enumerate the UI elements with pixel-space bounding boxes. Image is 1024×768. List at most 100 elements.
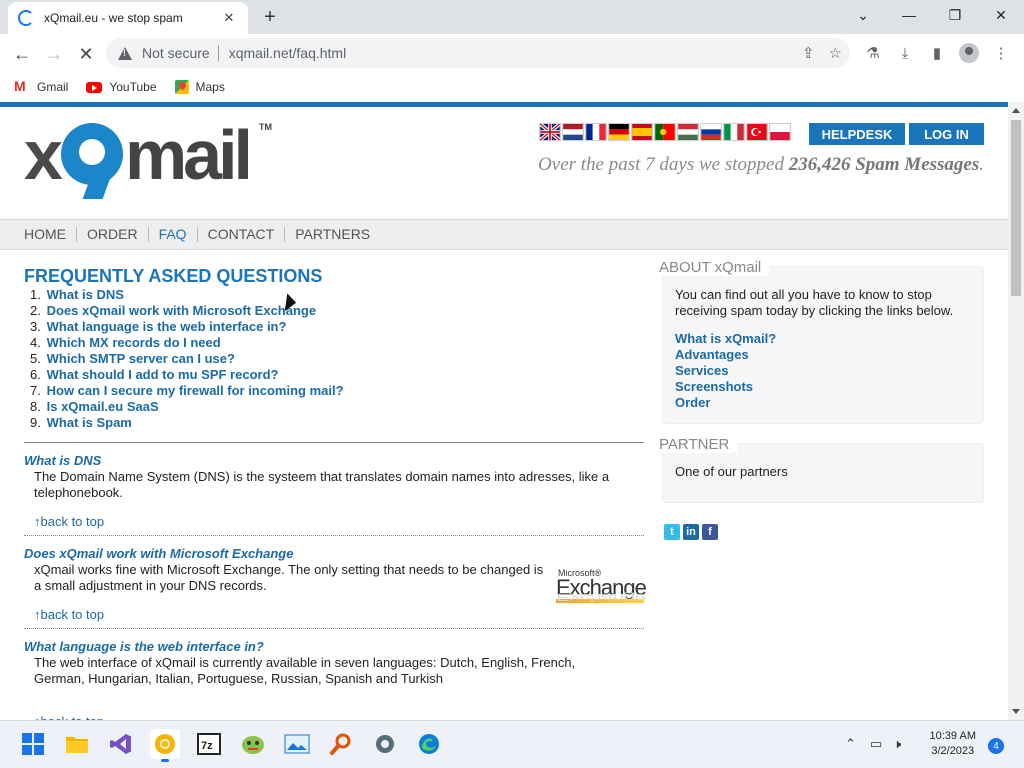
tab-search-icon[interactable]: ⌄ xyxy=(840,0,886,30)
nav-home[interactable]: HOME xyxy=(24,227,76,242)
about-link[interactable]: Screenshots xyxy=(675,379,776,395)
close-tab-icon[interactable]: ✕ xyxy=(220,9,238,27)
nav-partners[interactable]: PARTNERS xyxy=(284,227,380,242)
partner-text: One of our partners xyxy=(675,464,788,479)
answer-text: The Domain Name System (DNS) is the syst… xyxy=(34,469,610,500)
faq-link[interactable]: Which MX records do I need xyxy=(47,335,221,350)
bookmark-gmail[interactable]: Gmail xyxy=(14,78,68,94)
chrome-taskbar-icon[interactable] xyxy=(150,729,180,762)
spam-count: 236,426 Spam Messages xyxy=(788,154,980,175)
faq-link[interactable]: What language is the web interface in? xyxy=(47,319,287,334)
faq-link[interactable]: What is DNS xyxy=(47,287,124,302)
bookmark-maps[interactable]: Maps xyxy=(174,80,225,94)
menu-kebab-icon[interactable]: ⋮ xyxy=(990,42,1012,64)
profile-avatar[interactable] xyxy=(958,42,980,64)
linkedin-icon[interactable]: in xyxy=(683,524,699,540)
address-bar[interactable]: Not secure xqmail.net/faq.html ⇪ ☆ xyxy=(106,38,850,68)
visual-studio-icon[interactable] xyxy=(106,729,136,759)
not-secure-label[interactable]: Not secure xyxy=(142,45,219,61)
scroll-up-icon[interactable] xyxy=(1012,108,1020,113)
show-hidden-icons[interactable]: ⌃ xyxy=(845,736,856,752)
side-panel-icon[interactable]: ▮ xyxy=(926,42,948,64)
list-item: 7. How can I secure my firewall for inco… xyxy=(30,383,344,398)
volume-icon[interactable]: 🕨 xyxy=(893,736,901,752)
close-window-icon[interactable]: ✕ xyxy=(978,0,1024,30)
settings-gear-icon[interactable] xyxy=(370,729,400,759)
scroll-thumb[interactable] xyxy=(1011,120,1021,296)
labs-flask-icon[interactable]: ⚗ xyxy=(862,42,884,64)
loading-spinner-icon xyxy=(18,10,34,26)
bookmark-youtube[interactable]: YouTube xyxy=(86,80,157,94)
flag-nl-icon[interactable] xyxy=(562,123,584,141)
divider xyxy=(24,628,644,629)
forward-arrow-icon[interactable]: → xyxy=(40,40,68,68)
divider xyxy=(24,442,644,443)
windows-logo-icon xyxy=(22,733,44,755)
faq-link[interactable]: Which SMTP server can I use? xyxy=(47,351,235,366)
flag-de-icon[interactable] xyxy=(608,123,630,141)
language-flags xyxy=(539,123,791,141)
clock-time: 10:39 AM xyxy=(929,730,976,742)
browser-tab[interactable]: xQmail.eu - we stop spam ✕ xyxy=(8,2,248,34)
login-button[interactable]: LOG IN xyxy=(909,123,984,145)
faq-link[interactable]: What should I add to mu SPF record? xyxy=(47,367,279,382)
minimize-icon[interactable]: — xyxy=(886,0,932,30)
nav-order[interactable]: ORDER xyxy=(76,227,148,242)
list-item: 9. What is Spam xyxy=(30,415,132,430)
flag-es-icon[interactable] xyxy=(631,123,653,141)
start-button[interactable] xyxy=(18,729,48,759)
flag-ru-icon[interactable] xyxy=(700,123,722,141)
facebook-icon[interactable]: f xyxy=(702,524,718,540)
bookmark-star-icon[interactable]: ☆ xyxy=(829,44,842,62)
network-icon[interactable]: ▭ xyxy=(870,736,882,752)
faq-link[interactable]: How can I secure my firewall for incomin… xyxy=(47,383,344,398)
photos-app-icon[interactable] xyxy=(282,729,312,759)
twitter-icon[interactable]: t xyxy=(664,524,680,540)
helpdesk-button[interactable]: HELPDESK xyxy=(809,123,905,145)
notification-badge[interactable]: 4 xyxy=(988,738,1004,754)
url-text[interactable]: xqmail.net/faq.html xyxy=(229,45,347,61)
new-tab-button[interactable]: + xyxy=(258,5,282,29)
clock-date: 3/2/2023 xyxy=(931,745,975,757)
about-link[interactable]: Advantages xyxy=(675,347,776,363)
back-to-top-link[interactable]: ↑back to top xyxy=(34,607,104,622)
nav-contact[interactable]: CONTACT xyxy=(196,227,285,242)
search-magnifier-icon[interactable] xyxy=(326,729,356,759)
about-link[interactable]: Order xyxy=(675,395,776,411)
flag-pt-icon[interactable] xyxy=(654,123,676,141)
flag-fr-icon[interactable] xyxy=(585,123,607,141)
nav-faq[interactable]: FAQ xyxy=(147,227,197,242)
flag-tr-icon[interactable] xyxy=(746,123,768,141)
flag-it-icon[interactable] xyxy=(723,123,745,141)
download-icon[interactable]: ⤓ xyxy=(894,42,916,64)
game-app-icon[interactable] xyxy=(238,729,268,759)
scroll-down-icon[interactable] xyxy=(1012,709,1020,714)
share-icon[interactable]: ⇪ xyxy=(802,44,815,62)
xqmail-logo[interactable]: x mail TM xyxy=(24,120,274,212)
restore-icon[interactable]: ❐ xyxy=(932,0,978,30)
about-link[interactable]: Services xyxy=(675,363,776,379)
stop-loading-icon[interactable]: ✕ xyxy=(72,40,100,68)
warning-icon[interactable] xyxy=(118,46,132,60)
taskbar: 7z ⌃ ▭ 🕨 10:39 AM 3/2/2023 4 xyxy=(0,720,1024,768)
file-explorer-icon[interactable] xyxy=(62,729,92,759)
faq-link[interactable]: Is xQmail.eu SaaS xyxy=(47,399,159,414)
faq-link[interactable]: What is Spam xyxy=(47,415,132,430)
back-to-top-link[interactable]: ↑back to top xyxy=(34,514,104,529)
clock[interactable]: 10:39 AM 3/2/2023 xyxy=(930,729,976,759)
page-scrollbar[interactable] xyxy=(1008,102,1024,720)
flag-en-icon[interactable] xyxy=(539,123,561,141)
bookmark-label: Maps xyxy=(195,80,225,94)
back-arrow-icon[interactable]: ← xyxy=(8,40,36,68)
faq-link[interactable]: Does xQmail work with Microsoft Exchange xyxy=(47,303,316,318)
answer-heading: Does xQmail work with Microsoft Exchange xyxy=(24,546,294,561)
7zip-icon[interactable]: 7z xyxy=(194,729,224,759)
about-link[interactable]: What is xQmail? xyxy=(675,331,776,347)
flag-pl-icon[interactable] xyxy=(769,123,791,141)
list-item: 4. Which MX records do I need xyxy=(30,335,221,350)
about-text: You can find out all you have to know to… xyxy=(675,287,954,318)
flag-hu-icon[interactable] xyxy=(677,123,699,141)
page-title: FREQUENTLY ASKED QUESTIONS xyxy=(24,266,323,286)
maps-icon xyxy=(174,80,189,94)
edge-browser-icon[interactable] xyxy=(414,729,444,759)
